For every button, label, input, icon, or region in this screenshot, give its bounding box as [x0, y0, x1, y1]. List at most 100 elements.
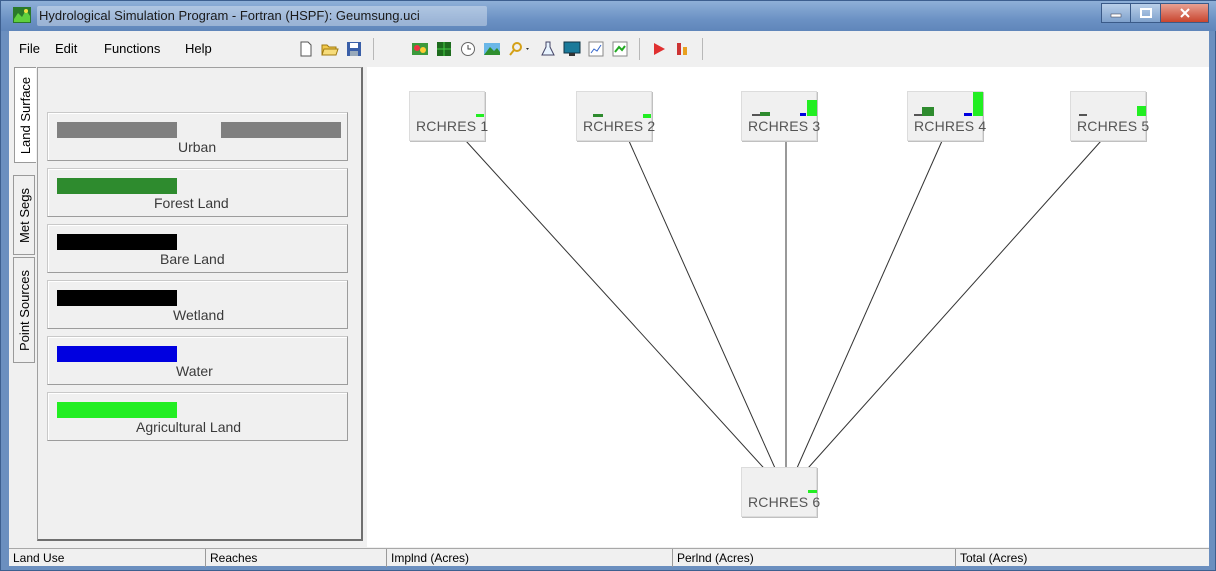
graph-button[interactable]: [611, 40, 629, 58]
map-button[interactable]: [411, 40, 429, 58]
connection-line: [465, 140, 773, 478]
land-use-label: Bare Land: [160, 251, 225, 267]
land-use-bare[interactable]: Bare Land: [47, 224, 348, 273]
graph-icon: [612, 41, 628, 57]
status-reaches: Reaches: [205, 549, 386, 567]
reach-bar-agricultural: [476, 114, 484, 117]
monitor-button[interactable]: [563, 40, 581, 58]
land-use-wetland[interactable]: Wetland: [47, 280, 348, 329]
water-swatch: [57, 346, 177, 362]
urban-swatch-pervious: [221, 122, 341, 138]
land-use-panel: Urban Forest Land Bare Land Wetland Wate…: [37, 67, 363, 541]
land-use-agricultural[interactable]: Agricultural Land: [47, 392, 348, 441]
maximize-button[interactable]: [1131, 3, 1161, 23]
tab-met-segs-label: Met Segs: [16, 187, 32, 243]
save-button[interactable]: [345, 40, 363, 58]
search-dropdown-button[interactable]: [507, 40, 533, 58]
close-icon: [1179, 8, 1190, 18]
save-icon: [347, 42, 361, 56]
land-use-forest[interactable]: Forest Land: [47, 168, 348, 217]
run-icon: [654, 43, 665, 55]
analysis-button[interactable]: [674, 40, 692, 58]
reach-label: RCHRES 3: [748, 118, 821, 134]
reach-bar-agricultural: [807, 100, 817, 116]
tab-point-sources-label: Point Sources: [16, 269, 32, 351]
land-use-urban[interactable]: Urban: [47, 112, 348, 161]
status-land-use: Land Use: [13, 551, 65, 565]
maximize-icon: [1139, 8, 1152, 18]
open-folder-icon: [321, 44, 339, 56]
window-title: Hydrological Simulation Program - Fortra…: [39, 8, 420, 23]
reach-node-3[interactable]: RCHRES 3: [741, 91, 821, 141]
reach-bar-water: [964, 113, 972, 116]
reach-bar-forest: [760, 112, 770, 116]
analysis-icon: [677, 43, 687, 55]
new-icon: [300, 41, 312, 57]
landscape-icon: [484, 43, 500, 55]
menu-bar: File Edit Functions Help: [9, 31, 1209, 65]
land-use-label: Water: [176, 363, 213, 379]
landscape-button[interactable]: [483, 40, 501, 58]
toolbar-separator: [702, 38, 703, 60]
land-use-label: Urban: [178, 139, 217, 155]
menu-functions[interactable]: Functions: [104, 41, 160, 56]
chart-button[interactable]: [587, 40, 605, 58]
new-button[interactable]: [297, 40, 315, 58]
flask-icon: [541, 41, 555, 56]
app-window: Hydrological Simulation Program - Fortra…: [0, 0, 1216, 571]
menu-edit[interactable]: Edit: [55, 41, 77, 56]
map-icon: [412, 43, 428, 55]
minimize-button[interactable]: [1101, 3, 1131, 23]
reach-label: RCHRES 1: [416, 118, 489, 134]
reach-node-4[interactable]: RCHRES 4: [907, 91, 987, 141]
hspf-app-icon: [13, 7, 31, 23]
minimize-icon: [1110, 13, 1122, 18]
monitor-icon: [563, 41, 581, 56]
wetland-swatch: [57, 290, 177, 306]
toolbar-separator: [373, 38, 374, 60]
land-use-water[interactable]: Water: [47, 336, 348, 385]
reach-bar-agricultural: [1137, 106, 1146, 116]
reach-label: RCHRES 6: [748, 494, 821, 510]
connection-line: [792, 140, 943, 478]
flask-button[interactable]: [539, 40, 557, 58]
forest-swatch: [57, 178, 177, 194]
client-area: File Edit Functions Help Land Surface Me…: [9, 31, 1209, 567]
reach-label: RCHRES 4: [914, 118, 987, 134]
tab-land-surface-label: Land Surface: [18, 76, 33, 154]
run-button[interactable]: [650, 40, 668, 58]
reach-label: RCHRES 5: [1077, 118, 1150, 134]
reach-node-2[interactable]: RCHRES 2: [576, 91, 656, 141]
status-bar: Land Use Reaches Implnd (Acres) Perlnd (…: [9, 548, 1209, 567]
reach-bar-urban: [752, 114, 760, 116]
close-button[interactable]: [1161, 3, 1209, 23]
clock-button[interactable]: [459, 40, 477, 58]
land-use-label: Wetland: [173, 307, 225, 323]
reach-label: RCHRES 2: [583, 118, 656, 134]
reach-node-6[interactable]: RCHRES 6: [741, 467, 821, 517]
menu-file[interactable]: File: [19, 41, 40, 56]
toolbar-separator: [639, 38, 640, 60]
tab-point-sources[interactable]: Point Sources: [13, 257, 35, 363]
reach-node-5[interactable]: RCHRES 5: [1070, 91, 1150, 141]
search-dropdown-icon: [509, 42, 529, 56]
reach-bar-forest: [593, 114, 603, 117]
reach-bar-forest: [922, 107, 934, 116]
tab-land-surface[interactable]: Land Surface: [14, 67, 36, 163]
urban-swatch-impervious: [57, 122, 177, 138]
grid-button[interactable]: [435, 40, 453, 58]
reach-bar-urban: [914, 114, 922, 116]
connection-line: [628, 140, 780, 478]
chart-icon: [588, 41, 604, 57]
reach-bar-urban: [1079, 114, 1087, 116]
tab-met-segs[interactable]: Met Segs: [13, 175, 35, 255]
title-bar[interactable]: Hydrological Simulation Program - Fortra…: [1, 1, 1216, 31]
reach-node-1[interactable]: RCHRES 1: [409, 91, 489, 141]
reach-network-canvas[interactable]: RCHRES 1 RCHRES 2 RCHRES 3 RCHRES 4 RCHR…: [367, 67, 1209, 547]
menu-help[interactable]: Help: [185, 41, 212, 56]
bare-land-swatch: [57, 234, 177, 250]
grid-icon: [437, 42, 451, 56]
reach-bar-water: [800, 113, 806, 116]
open-button[interactable]: [321, 40, 339, 58]
land-use-label: Agricultural Land: [136, 419, 242, 435]
